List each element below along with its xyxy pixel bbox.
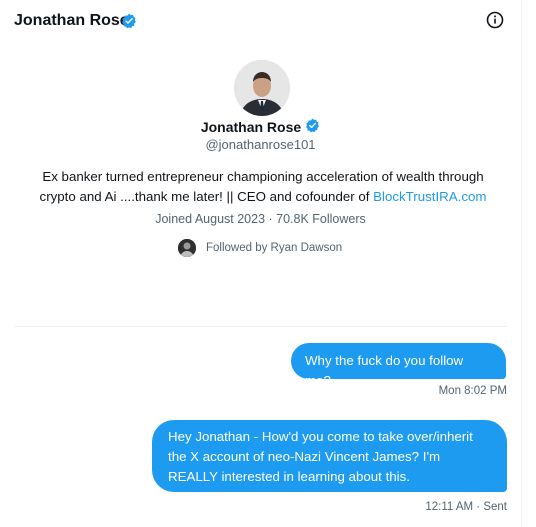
header-name[interactable]: Jonathan Rose [14, 12, 129, 30]
profile-avatar[interactable] [234, 60, 290, 116]
verified-badge-icon [121, 13, 137, 34]
message-timestamp: Mon 8:02 PM [438, 385, 507, 397]
followed-by-row[interactable]: Followed by Ryan Dawson [178, 238, 342, 258]
message-bubble[interactable]: Hey Jonathan - How'd you come to take ov… [152, 420, 507, 492]
joined-followers: Joined August 2023 · 70.8K Followers [155, 212, 366, 226]
followed-by-text: Followed by Ryan Dawson [206, 242, 343, 254]
profile-bio: Ex banker turned entrepreneur championin… [38, 167, 488, 207]
info-circle-icon[interactable] [486, 11, 504, 29]
message-status: 12:11 AM · Sent [425, 501, 507, 513]
profile-name-row: Jonathan Rose [0, 118, 521, 136]
profile-name[interactable]: Jonathan Rose [201, 119, 301, 135]
message-text: Hey Jonathan - How'd you come to take ov… [168, 429, 473, 484]
bio-link[interactable]: BlockTrustIRA.com [373, 189, 486, 204]
message-bubble[interactable]: Why the fuck do you follow me? [291, 343, 506, 388]
follower-avatar [178, 239, 196, 257]
verified-badge-icon [305, 118, 320, 136]
profile-handle: @jonathanrose101 [205, 137, 316, 152]
right-gutter [522, 0, 536, 527]
conversation-header: Jonathan Rose [0, 0, 521, 44]
dm-conversation-panel: Jonathan Rose Jonathan Rose @jonathanros… [0, 0, 522, 527]
message-text: Why the fuck do you follow me? [305, 353, 464, 388]
divider [14, 326, 507, 327]
